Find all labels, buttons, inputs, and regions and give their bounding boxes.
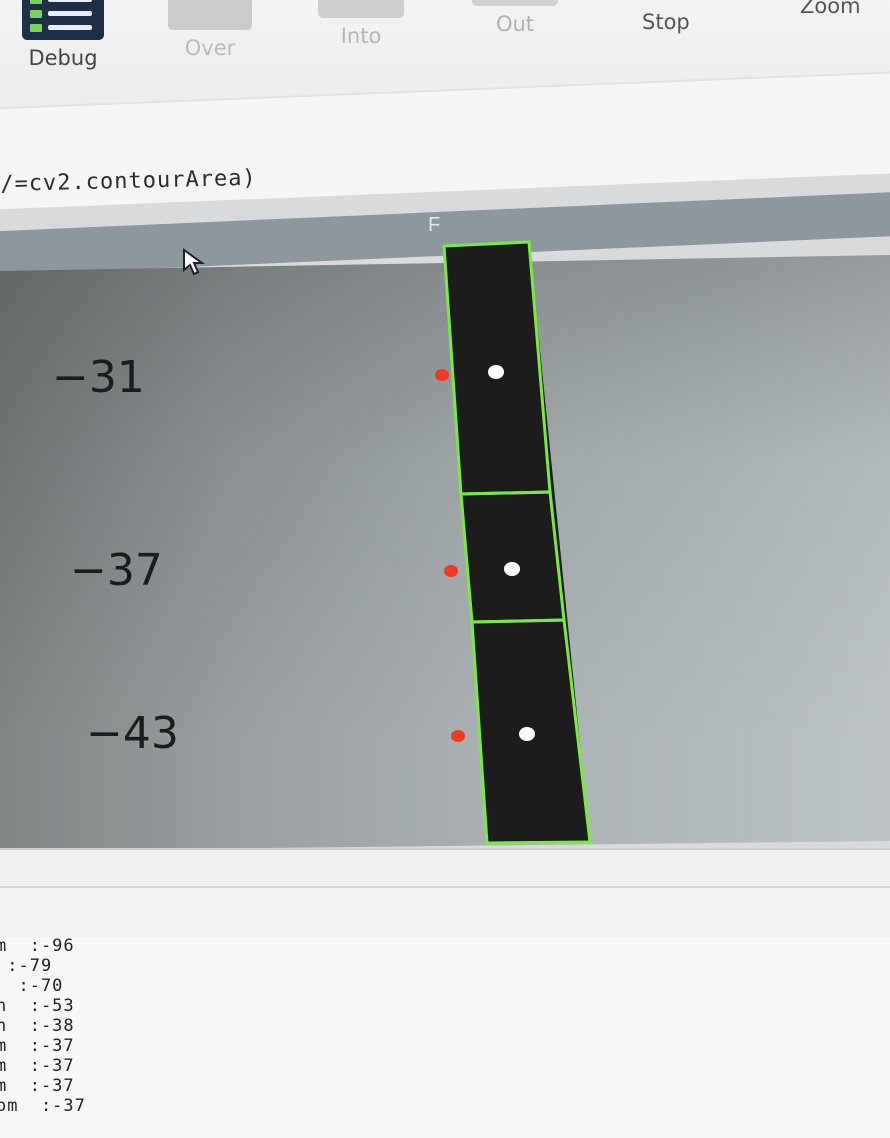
- console-line: :-70: [0, 976, 64, 996]
- screen: Debug Over Into Out Stop Zoom /=cv2.cont…: [0, 0, 890, 1138]
- centroid-dot: [488, 365, 504, 379]
- console-line: m :-37: [0, 1056, 75, 1076]
- mouse-cursor-icon: [183, 248, 206, 276]
- console-line: n :-38: [0, 1016, 75, 1036]
- centroid-dot: [519, 727, 535, 741]
- console-output[interactable]: m :-96 :-79 :-70 n :-53 n :-38 m :-37 m …: [0, 936, 890, 1138]
- centroid-dot: [504, 562, 520, 576]
- console-line: om :-37: [0, 1096, 86, 1116]
- console-line: n :-53: [0, 996, 75, 1016]
- red-marker: [435, 369, 449, 381]
- red-marker: [451, 730, 465, 742]
- console-line: m :-96: [0, 936, 75, 956]
- red-marker: [444, 565, 458, 577]
- console-line: m :-37: [0, 1036, 75, 1056]
- console-line: :-79: [0, 956, 53, 976]
- console-header: [0, 886, 890, 942]
- console-line: m :-37: [0, 1076, 75, 1096]
